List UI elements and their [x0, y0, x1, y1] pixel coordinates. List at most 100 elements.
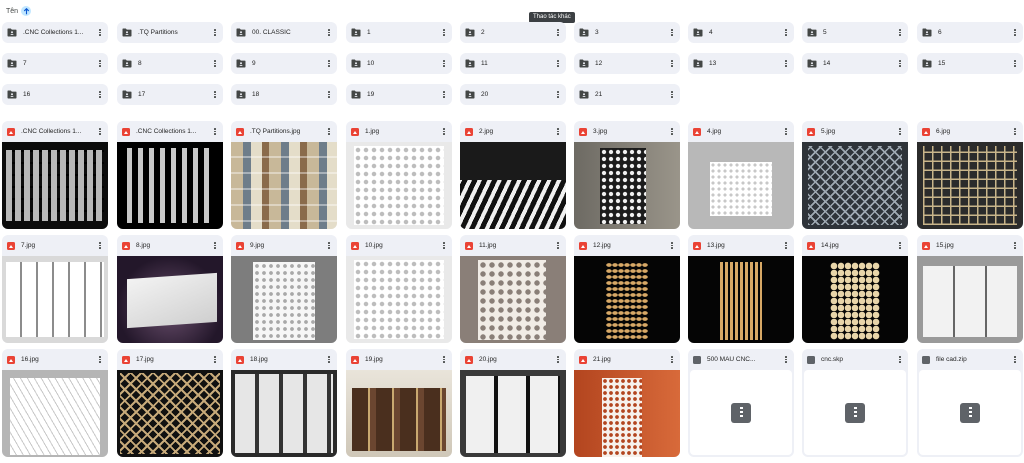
- image-thumbnail[interactable]: [2, 256, 108, 343]
- more-actions-icon[interactable]: [554, 90, 562, 100]
- file-card[interactable]: 16.jpg: [2, 349, 108, 457]
- more-actions-icon[interactable]: [554, 127, 562, 137]
- more-actions-icon[interactable]: [96, 90, 104, 100]
- file-preview[interactable]: [804, 370, 906, 455]
- image-thumbnail[interactable]: [231, 142, 337, 229]
- file-card[interactable]: file cad.zip: [917, 349, 1023, 457]
- more-actions-icon[interactable]: [782, 59, 790, 69]
- folder-card[interactable]: 13: [688, 53, 794, 74]
- folder-card[interactable]: .CNC Collections 1...: [2, 22, 108, 43]
- more-actions-icon[interactable]: [325, 90, 333, 100]
- more-actions-icon[interactable]: [440, 355, 448, 365]
- more-actions-icon[interactable]: [668, 127, 676, 137]
- more-actions-icon[interactable]: [440, 127, 448, 137]
- more-actions-icon[interactable]: [211, 355, 219, 365]
- more-actions-icon[interactable]: [554, 355, 562, 365]
- file-card[interactable]: 10.jpg: [346, 235, 452, 343]
- folder-card[interactable]: 6: [917, 22, 1023, 43]
- folder-card[interactable]: 00. CLASSIC: [231, 22, 337, 43]
- more-actions-icon[interactable]: [668, 59, 676, 69]
- more-actions-icon[interactable]: [896, 355, 904, 365]
- image-thumbnail[interactable]: [117, 370, 223, 457]
- more-actions-icon[interactable]: [1011, 127, 1019, 137]
- file-card[interactable]: cnc.skp: [802, 349, 908, 457]
- image-thumbnail[interactable]: [917, 142, 1023, 229]
- folder-card[interactable]: .TQ Partitions: [117, 22, 223, 43]
- image-thumbnail[interactable]: [346, 256, 452, 343]
- file-preview[interactable]: [690, 370, 792, 455]
- image-thumbnail[interactable]: [688, 142, 794, 229]
- image-thumbnail[interactable]: [917, 256, 1023, 343]
- file-card[interactable]: .CNC Collections 1...: [2, 121, 108, 229]
- file-card[interactable]: 8.jpg: [117, 235, 223, 343]
- folder-card[interactable]: 9: [231, 53, 337, 74]
- more-actions-icon[interactable]: [325, 28, 333, 38]
- more-actions-icon[interactable]: [668, 355, 676, 365]
- more-actions-icon[interactable]: [211, 90, 219, 100]
- folder-card[interactable]: 18: [231, 84, 337, 105]
- file-card[interactable]: 15.jpg: [917, 235, 1023, 343]
- more-actions-icon[interactable]: [96, 355, 104, 365]
- image-thumbnail[interactable]: [231, 370, 337, 457]
- file-card[interactable]: 17.jpg: [117, 349, 223, 457]
- folder-card[interactable]: 20: [460, 84, 566, 105]
- more-actions-icon[interactable]: [782, 28, 790, 38]
- image-thumbnail[interactable]: [574, 256, 680, 343]
- folder-card[interactable]: 5: [802, 22, 908, 43]
- more-actions-icon[interactable]: [440, 59, 448, 69]
- more-actions-icon[interactable]: [1011, 59, 1019, 69]
- folder-card[interactable]: 3: [574, 22, 680, 43]
- more-actions-icon[interactable]: [782, 241, 790, 251]
- file-card[interactable]: 18.jpg: [231, 349, 337, 457]
- more-actions-icon[interactable]: [896, 241, 904, 251]
- more-actions-icon[interactable]: [554, 59, 562, 69]
- image-thumbnail[interactable]: [231, 256, 337, 343]
- more-actions-icon[interactable]: [96, 59, 104, 69]
- folder-card[interactable]: 21: [574, 84, 680, 105]
- file-card[interactable]: .TQ Partitions.jpg: [231, 121, 337, 229]
- file-card[interactable]: 7.jpg: [2, 235, 108, 343]
- more-actions-icon[interactable]: [896, 28, 904, 38]
- file-card[interactable]: 14.jpg: [802, 235, 908, 343]
- more-actions-icon[interactable]: [211, 59, 219, 69]
- more-actions-icon[interactable]: [211, 28, 219, 38]
- more-actions-icon[interactable]: [554, 241, 562, 251]
- folder-card[interactable]: 19: [346, 84, 452, 105]
- image-thumbnail[interactable]: [2, 142, 108, 229]
- more-actions-icon[interactable]: [440, 241, 448, 251]
- folder-card[interactable]: 1: [346, 22, 452, 43]
- file-card[interactable]: 19.jpg: [346, 349, 452, 457]
- folder-card[interactable]: 7: [2, 53, 108, 74]
- more-actions-icon[interactable]: [211, 241, 219, 251]
- more-actions-icon[interactable]: [554, 28, 562, 38]
- more-actions-icon[interactable]: [896, 127, 904, 137]
- image-thumbnail[interactable]: [460, 370, 566, 457]
- more-actions-icon[interactable]: [211, 127, 219, 137]
- more-actions-icon[interactable]: [325, 355, 333, 365]
- more-actions-icon[interactable]: [96, 28, 104, 38]
- image-thumbnail[interactable]: [346, 142, 452, 229]
- file-card[interactable]: .CNC Collections 1...: [117, 121, 223, 229]
- sort-by-name-label[interactable]: Tên: [6, 8, 18, 15]
- more-actions-icon[interactable]: [1011, 28, 1019, 38]
- image-thumbnail[interactable]: [117, 256, 223, 343]
- folder-card[interactable]: 14: [802, 53, 908, 74]
- folder-card[interactable]: 2: [460, 22, 566, 43]
- more-actions-icon[interactable]: [96, 127, 104, 137]
- folder-card[interactable]: 11: [460, 53, 566, 74]
- folder-card[interactable]: 4: [688, 22, 794, 43]
- file-card[interactable]: 500 MAU CNC...: [688, 349, 794, 457]
- file-card[interactable]: 2.jpg: [460, 121, 566, 229]
- folder-card[interactable]: 10: [346, 53, 452, 74]
- file-card[interactable]: 9.jpg: [231, 235, 337, 343]
- file-card[interactable]: 3.jpg: [574, 121, 680, 229]
- folder-card[interactable]: 16: [2, 84, 108, 105]
- more-actions-icon[interactable]: [668, 90, 676, 100]
- file-card[interactable]: 6.jpg: [917, 121, 1023, 229]
- file-card[interactable]: 1.jpg: [346, 121, 452, 229]
- more-actions-icon[interactable]: [440, 90, 448, 100]
- file-card[interactable]: 12.jpg: [574, 235, 680, 343]
- more-actions-icon[interactable]: [325, 127, 333, 137]
- image-thumbnail[interactable]: [117, 142, 223, 229]
- file-card[interactable]: 21.jpg: [574, 349, 680, 457]
